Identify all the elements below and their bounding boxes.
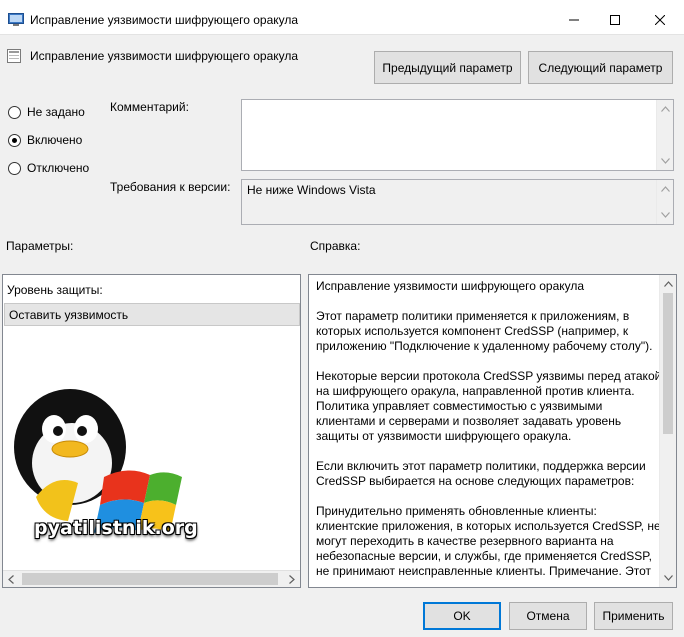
penguin-windows-logo-icon (14, 389, 182, 533)
radio-circle-checked (8, 133, 21, 147)
options-label: Параметры: (6, 239, 74, 253)
help-paragraph: Принудительно применять обновленные клие… (316, 504, 661, 578)
help-paragraph: Если включить этот параметр политики, по… (316, 459, 646, 488)
radio-enabled[interactable]: Включено (8, 133, 82, 147)
scroll-down-icon[interactable] (664, 575, 673, 581)
title-bar: Исправление уязвимости шифрующего оракул… (0, 6, 684, 35)
minimize-button[interactable] (552, 6, 596, 34)
comment-label: Комментарий: (110, 100, 189, 114)
radio-label: Отключено (27, 161, 90, 175)
options-hscrollbar[interactable] (3, 570, 300, 587)
next-setting-button[interactable]: Следующий параметр (528, 51, 673, 84)
radio-not-configured[interactable]: Не задано (8, 105, 85, 119)
apply-button[interactable]: Применить (594, 602, 673, 630)
radio-label: Включено (27, 133, 83, 147)
minimize-icon (569, 19, 579, 21)
scroll-down-icon[interactable] (661, 212, 670, 218)
watermark-logo: pyatilistnik.org (8, 385, 198, 555)
close-button[interactable] (638, 6, 682, 34)
supported-on-value: Не ниже Windows Vista (247, 183, 376, 197)
help-paragraph: Этот параметр политики применяется к при… (316, 309, 653, 353)
radio-label: Не задано (27, 105, 85, 119)
help-label: Справка: (310, 239, 361, 253)
supported-on-field: Не ниже Windows Vista (241, 179, 674, 225)
ok-button[interactable]: OK (423, 602, 501, 630)
options-hscroll-thumb[interactable] (22, 573, 278, 585)
cancel-button[interactable]: Отмена (509, 602, 587, 630)
supported-on-label: Требования к версии: (110, 180, 231, 194)
help-text: Исправление уязвимости шифрующего оракул… (316, 279, 662, 587)
watermark-text: pyatilistnik.org (34, 517, 198, 539)
maximize-button[interactable] (593, 6, 637, 34)
scroll-up-icon[interactable] (661, 186, 670, 192)
help-panel: Исправление уязвимости шифрующего оракул… (308, 274, 677, 588)
setting-icon (7, 49, 21, 63)
scroll-up-icon[interactable] (661, 106, 670, 112)
maximize-icon (610, 15, 620, 25)
options-panel: Уровень защиты: Оставить уязвимость pyat… (2, 274, 301, 588)
previous-setting-button[interactable]: Предыдущий параметр (374, 51, 521, 84)
protection-level-dropdown[interactable]: Оставить уязвимость (4, 303, 300, 326)
help-paragraph: Некоторые версии протокола CredSSP уязви… (316, 369, 662, 443)
scroll-down-icon[interactable] (661, 158, 670, 164)
scroll-up-icon[interactable] (664, 281, 673, 287)
radio-circle (8, 161, 21, 175)
policy-app-icon (8, 13, 24, 26)
comment-scrollbar[interactable] (656, 100, 673, 170)
protection-level-label: Уровень защиты: (7, 283, 103, 297)
help-scroll-thumb[interactable] (663, 293, 673, 434)
scroll-left-icon[interactable] (8, 575, 14, 584)
help-scrollbar[interactable] (659, 275, 676, 587)
window-title: Исправление уязвимости шифрующего оракул… (30, 13, 299, 27)
supported-scrollbar[interactable] (656, 180, 673, 224)
scroll-right-icon[interactable] (289, 575, 295, 584)
comment-textarea[interactable] (241, 99, 674, 171)
protection-level-value: Оставить уязвимость (9, 308, 129, 322)
help-paragraph: Исправление уязвимости шифрующего оракул… (316, 279, 585, 293)
radio-circle (8, 105, 21, 119)
close-icon (655, 15, 665, 25)
setting-name: Исправление уязвимости шифрующего оракул… (30, 49, 299, 63)
radio-disabled[interactable]: Отключено (8, 161, 89, 175)
